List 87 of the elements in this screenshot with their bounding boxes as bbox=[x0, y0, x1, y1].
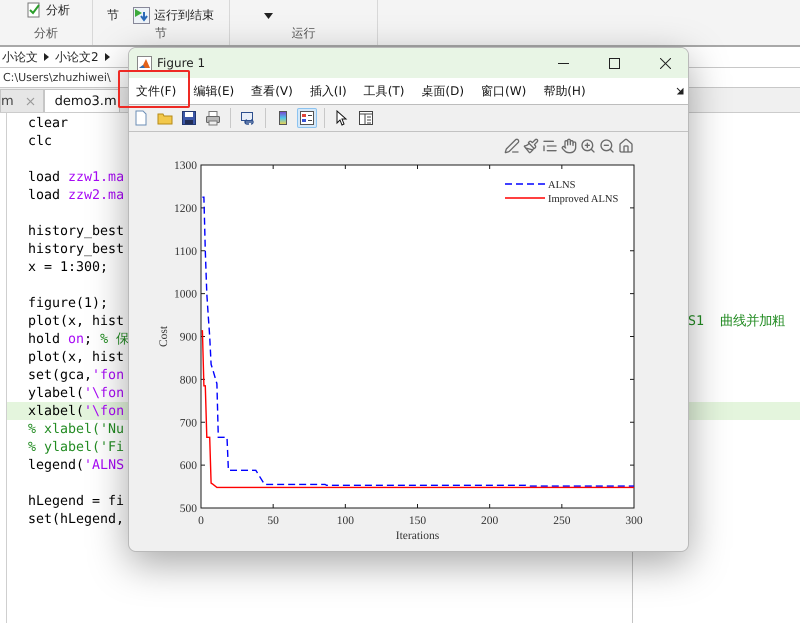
tick-label: 200 bbox=[481, 515, 498, 527]
section-label: 分析 bbox=[34, 25, 58, 42]
code-comment: S1 曲线并加粗 bbox=[688, 312, 786, 330]
code-line: hLegend = fi bbox=[28, 494, 124, 508]
dock-arrow-icon[interactable] bbox=[676, 87, 684, 95]
menu-item[interactable]: 查看(V) bbox=[251, 82, 293, 100]
legend-line-icon bbox=[505, 197, 545, 199]
toolstrip-button[interactable]: 运行到结束 bbox=[133, 6, 214, 24]
linked-plot-icon bbox=[240, 110, 256, 126]
legend-icon bbox=[299, 110, 315, 126]
code-line: clc bbox=[28, 134, 52, 148]
menu-item[interactable]: 桌面(D) bbox=[421, 82, 464, 100]
y-axis-label: Cost bbox=[158, 326, 170, 348]
tick-label: 600 bbox=[180, 460, 197, 472]
code-line: history_best bbox=[28, 224, 124, 238]
toolstrip-button[interactable]: 分析 bbox=[26, 1, 70, 19]
code-line: xlabel('\fon bbox=[28, 404, 124, 418]
code-line: plot(x, hist bbox=[28, 350, 124, 364]
menu-item[interactable]: 工具(T) bbox=[364, 82, 404, 100]
pan-hand-icon[interactable] bbox=[561, 138, 577, 154]
menu-item[interactable]: 编辑(E) bbox=[193, 82, 234, 100]
menu-item[interactable]: 帮助(H) bbox=[543, 82, 586, 100]
legend-label: ALNS bbox=[548, 180, 576, 191]
tick-label: 500 bbox=[180, 503, 197, 515]
code-line: hold on; % 保 bbox=[28, 331, 130, 348]
code-line: % xlabel('Nu bbox=[28, 422, 124, 436]
tick-label: 1100 bbox=[174, 246, 197, 258]
menu-item[interactable]: 文件(F) bbox=[136, 82, 176, 100]
tick-label: 300 bbox=[625, 515, 643, 527]
code-line: plot(x, hist bbox=[28, 314, 124, 328]
toolstrip-button[interactable]: 节 bbox=[107, 6, 119, 24]
code-line: load zzw1.ma bbox=[28, 170, 124, 184]
tick-label: 700 bbox=[180, 417, 197, 430]
tick-label: 900 bbox=[180, 332, 197, 344]
toolbar-button[interactable] bbox=[356, 108, 376, 128]
printer-icon bbox=[205, 110, 221, 126]
tick-label: 50 bbox=[267, 515, 279, 527]
pointer-icon bbox=[334, 110, 350, 126]
code-line: figure(1); bbox=[28, 296, 108, 310]
code-line: set(gca,'fon bbox=[28, 368, 124, 382]
code-line: x = 1:300; bbox=[28, 260, 108, 274]
tick-label: 150 bbox=[408, 515, 426, 527]
zoom-out-icon[interactable] bbox=[599, 138, 615, 154]
run-menu-button[interactable] bbox=[264, 12, 273, 20]
section-label: 运行 bbox=[292, 25, 316, 42]
menu-item[interactable]: 插入(I) bbox=[310, 82, 347, 100]
home-icon[interactable] bbox=[618, 138, 634, 154]
x-axis-label: Iterations bbox=[396, 530, 440, 542]
path-field[interactable]: C:\Users\zhuzhiwei\ bbox=[3, 71, 111, 84]
file-tab[interactable]: m bbox=[0, 89, 44, 112]
tick-label: 0 bbox=[198, 515, 204, 527]
code-line: clear bbox=[28, 116, 68, 130]
legend-line-icon bbox=[505, 183, 545, 185]
toolbar-button[interactable] bbox=[179, 108, 199, 128]
code-line: legend('ALNS bbox=[28, 458, 124, 472]
export-pen-icon[interactable] bbox=[504, 138, 520, 154]
caret-icon bbox=[264, 13, 273, 19]
chevron-icon bbox=[44, 53, 49, 61]
code-line: load zzw2.ma bbox=[28, 188, 124, 202]
breadcrumb-item[interactable]: 小论文2 bbox=[55, 48, 99, 66]
code-line: ylabel('\fon bbox=[28, 386, 124, 400]
brush-icon[interactable] bbox=[523, 138, 539, 154]
new-file-icon bbox=[133, 110, 149, 126]
tick-label: 100 bbox=[336, 515, 354, 527]
tick-label: 1300 bbox=[174, 160, 197, 172]
legend-label: Improved ALNS bbox=[548, 194, 618, 205]
chevron-icon bbox=[104, 53, 110, 61]
breadcrumb-item[interactable]: 小论文 bbox=[2, 48, 38, 66]
code-line: history_best bbox=[28, 242, 124, 256]
data-tip-icon[interactable] bbox=[542, 138, 558, 154]
section-label: 节 bbox=[155, 25, 167, 42]
tick-label: 800 bbox=[180, 374, 197, 386]
tick-label: 1000 bbox=[174, 288, 197, 301]
annotation-frame bbox=[118, 70, 190, 108]
zoom-in-icon[interactable] bbox=[580, 138, 596, 154]
tick-label: 1200 bbox=[174, 202, 197, 215]
property-panel-icon bbox=[358, 110, 374, 126]
code-line: % ylabel('Fi bbox=[28, 440, 124, 454]
file-tab[interactable]: demo3.m bbox=[44, 89, 120, 112]
peak-logo-icon bbox=[137, 56, 152, 70]
code-line: set(hLegend, bbox=[28, 512, 124, 526]
maximize-icon bbox=[608, 58, 620, 68]
window-title: Figure 1 bbox=[157, 56, 206, 70]
menu-item[interactable]: 窗口(W) bbox=[481, 82, 526, 100]
toolbar-button[interactable] bbox=[297, 108, 317, 128]
tick-label: 250 bbox=[553, 515, 570, 527]
close-icon bbox=[660, 58, 670, 68]
